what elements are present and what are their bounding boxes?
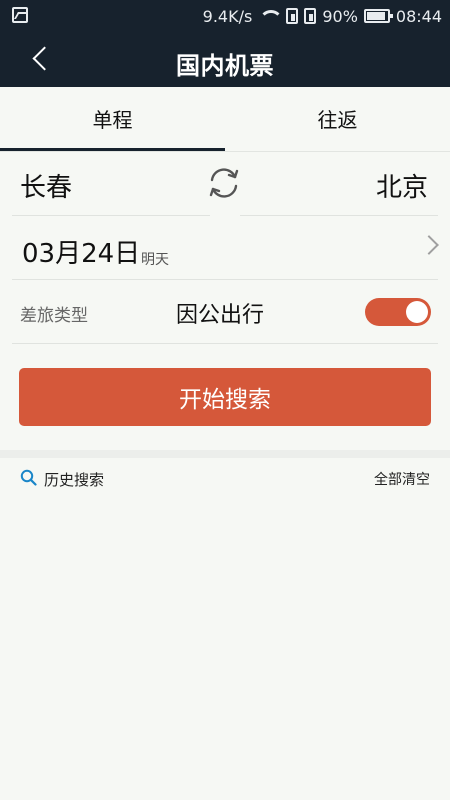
status-bar: 9.4K/s 90% 08:44	[0, 0, 450, 32]
trip-type-row: 差旅类型 因公出行	[0, 280, 450, 344]
status-right: 9.4K/s 90% 08:44	[203, 6, 442, 26]
nav-bar: 国内机票	[0, 32, 450, 87]
departure-city[interactable]: 长春	[20, 167, 72, 204]
history-header: 历史搜索 全部清空	[0, 458, 450, 498]
divider	[12, 343, 438, 344]
clock: 08:44	[395, 6, 442, 26]
trip-tabs: 单程 往返	[0, 87, 450, 153]
battery-icon	[363, 9, 393, 23]
divider	[0, 151, 450, 152]
clear-history-button[interactable]: 全部清空	[374, 469, 430, 489]
date-relative-label: 明天	[141, 252, 169, 268]
divider	[12, 215, 210, 216]
swap-refresh-icon[interactable]	[204, 163, 244, 203]
sim-icon	[286, 8, 299, 24]
wifi-icon	[258, 8, 284, 24]
divider	[240, 215, 438, 216]
toggle-knob	[406, 301, 428, 323]
image-icon	[12, 7, 28, 23]
date-row[interactable]: 03月24日 明天	[0, 218, 450, 280]
departure-date: 03月24日	[22, 239, 141, 269]
network-speed: 9.4K/s	[202, 6, 253, 26]
arrival-city[interactable]: 北京	[376, 167, 428, 204]
page-title: 国内机票	[176, 52, 274, 80]
route-row: 长春 北京	[0, 153, 450, 217]
business-trip-toggle[interactable]	[365, 298, 431, 326]
trip-type-value: 因公出行	[176, 303, 265, 328]
chevron-right-icon	[419, 235, 439, 255]
battery-percent: 90%	[322, 6, 358, 26]
search-icon	[20, 469, 37, 486]
search-button[interactable]: 开始搜索	[19, 368, 431, 426]
section-gap	[0, 450, 450, 458]
tab-one-way[interactable]: 单程	[0, 87, 225, 150]
tab-round-trip[interactable]: 往返	[225, 87, 450, 150]
history-label: 历史搜索	[44, 471, 105, 489]
sim-icon	[304, 8, 317, 24]
trip-type-label: 差旅类型	[20, 306, 88, 326]
chevron-left-icon[interactable]	[18, 42, 62, 78]
